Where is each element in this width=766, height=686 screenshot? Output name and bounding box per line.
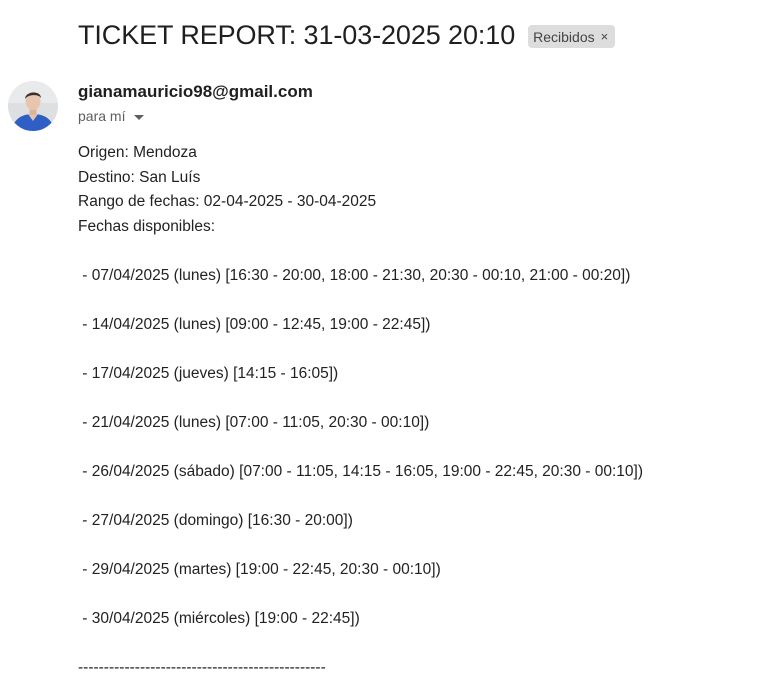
date-list-item: - 29/04/2025 (martes) [19:00 - 22:45, 20… bbox=[78, 560, 441, 578]
caret-down-icon bbox=[134, 114, 145, 120]
body-date-range: Rango de fechas: 02-04-2025 - 30-04-2025 bbox=[78, 193, 377, 210]
date-list-item: - 14/04/2025 (lunes) [09:00 - 12:45, 19:… bbox=[78, 315, 431, 333]
label-chip-inbox[interactable]: Recibidos × bbox=[528, 25, 616, 48]
body-separator: ----------------------------------------… bbox=[78, 658, 326, 676]
body-available-heading: Fechas disponibles: bbox=[78, 217, 215, 235]
sender-email[interactable]: gianamauricio98@gmail.com bbox=[78, 82, 313, 102]
avatar-photo-icon bbox=[8, 81, 58, 131]
email-subject: TICKET REPORT: 31-03-2025 20:10 bbox=[78, 20, 516, 50]
date-list-item: - 17/04/2025 (jueves) [14:15 - 16:05]) bbox=[78, 364, 339, 382]
date-list-item: - 21/04/2025 (lunes) [07:00 - 11:05, 20:… bbox=[78, 413, 430, 431]
recipient-label: para mí bbox=[78, 108, 126, 124]
sender-avatar[interactable] bbox=[8, 81, 58, 131]
email-body: Origen: Mendoza Destino: San Luís Rango … bbox=[78, 143, 758, 682]
date-list-item: - 30/04/2025 (miércoles) [19:00 - 22:45]… bbox=[78, 609, 360, 627]
label-chip-text: Recibidos bbox=[533, 28, 595, 45]
email-header: TICKET REPORT: 31-03-2025 20:10 Recibido… bbox=[78, 20, 616, 51]
recipient-toggle[interactable]: para mí bbox=[78, 108, 145, 124]
close-icon[interactable]: × bbox=[601, 30, 609, 43]
date-list-item: - 27/04/2025 (domingo) [16:30 - 20:00]) bbox=[78, 511, 353, 529]
body-destination: Destino: San Luís bbox=[78, 168, 201, 186]
date-list-item: - 26/04/2025 (sábado) [07:00 - 11:05, 14… bbox=[78, 462, 644, 480]
date-list-item: - 07/04/2025 (lunes) [16:30 - 20:00, 18:… bbox=[78, 266, 631, 284]
body-origin: Origen: Mendoza bbox=[78, 144, 197, 161]
